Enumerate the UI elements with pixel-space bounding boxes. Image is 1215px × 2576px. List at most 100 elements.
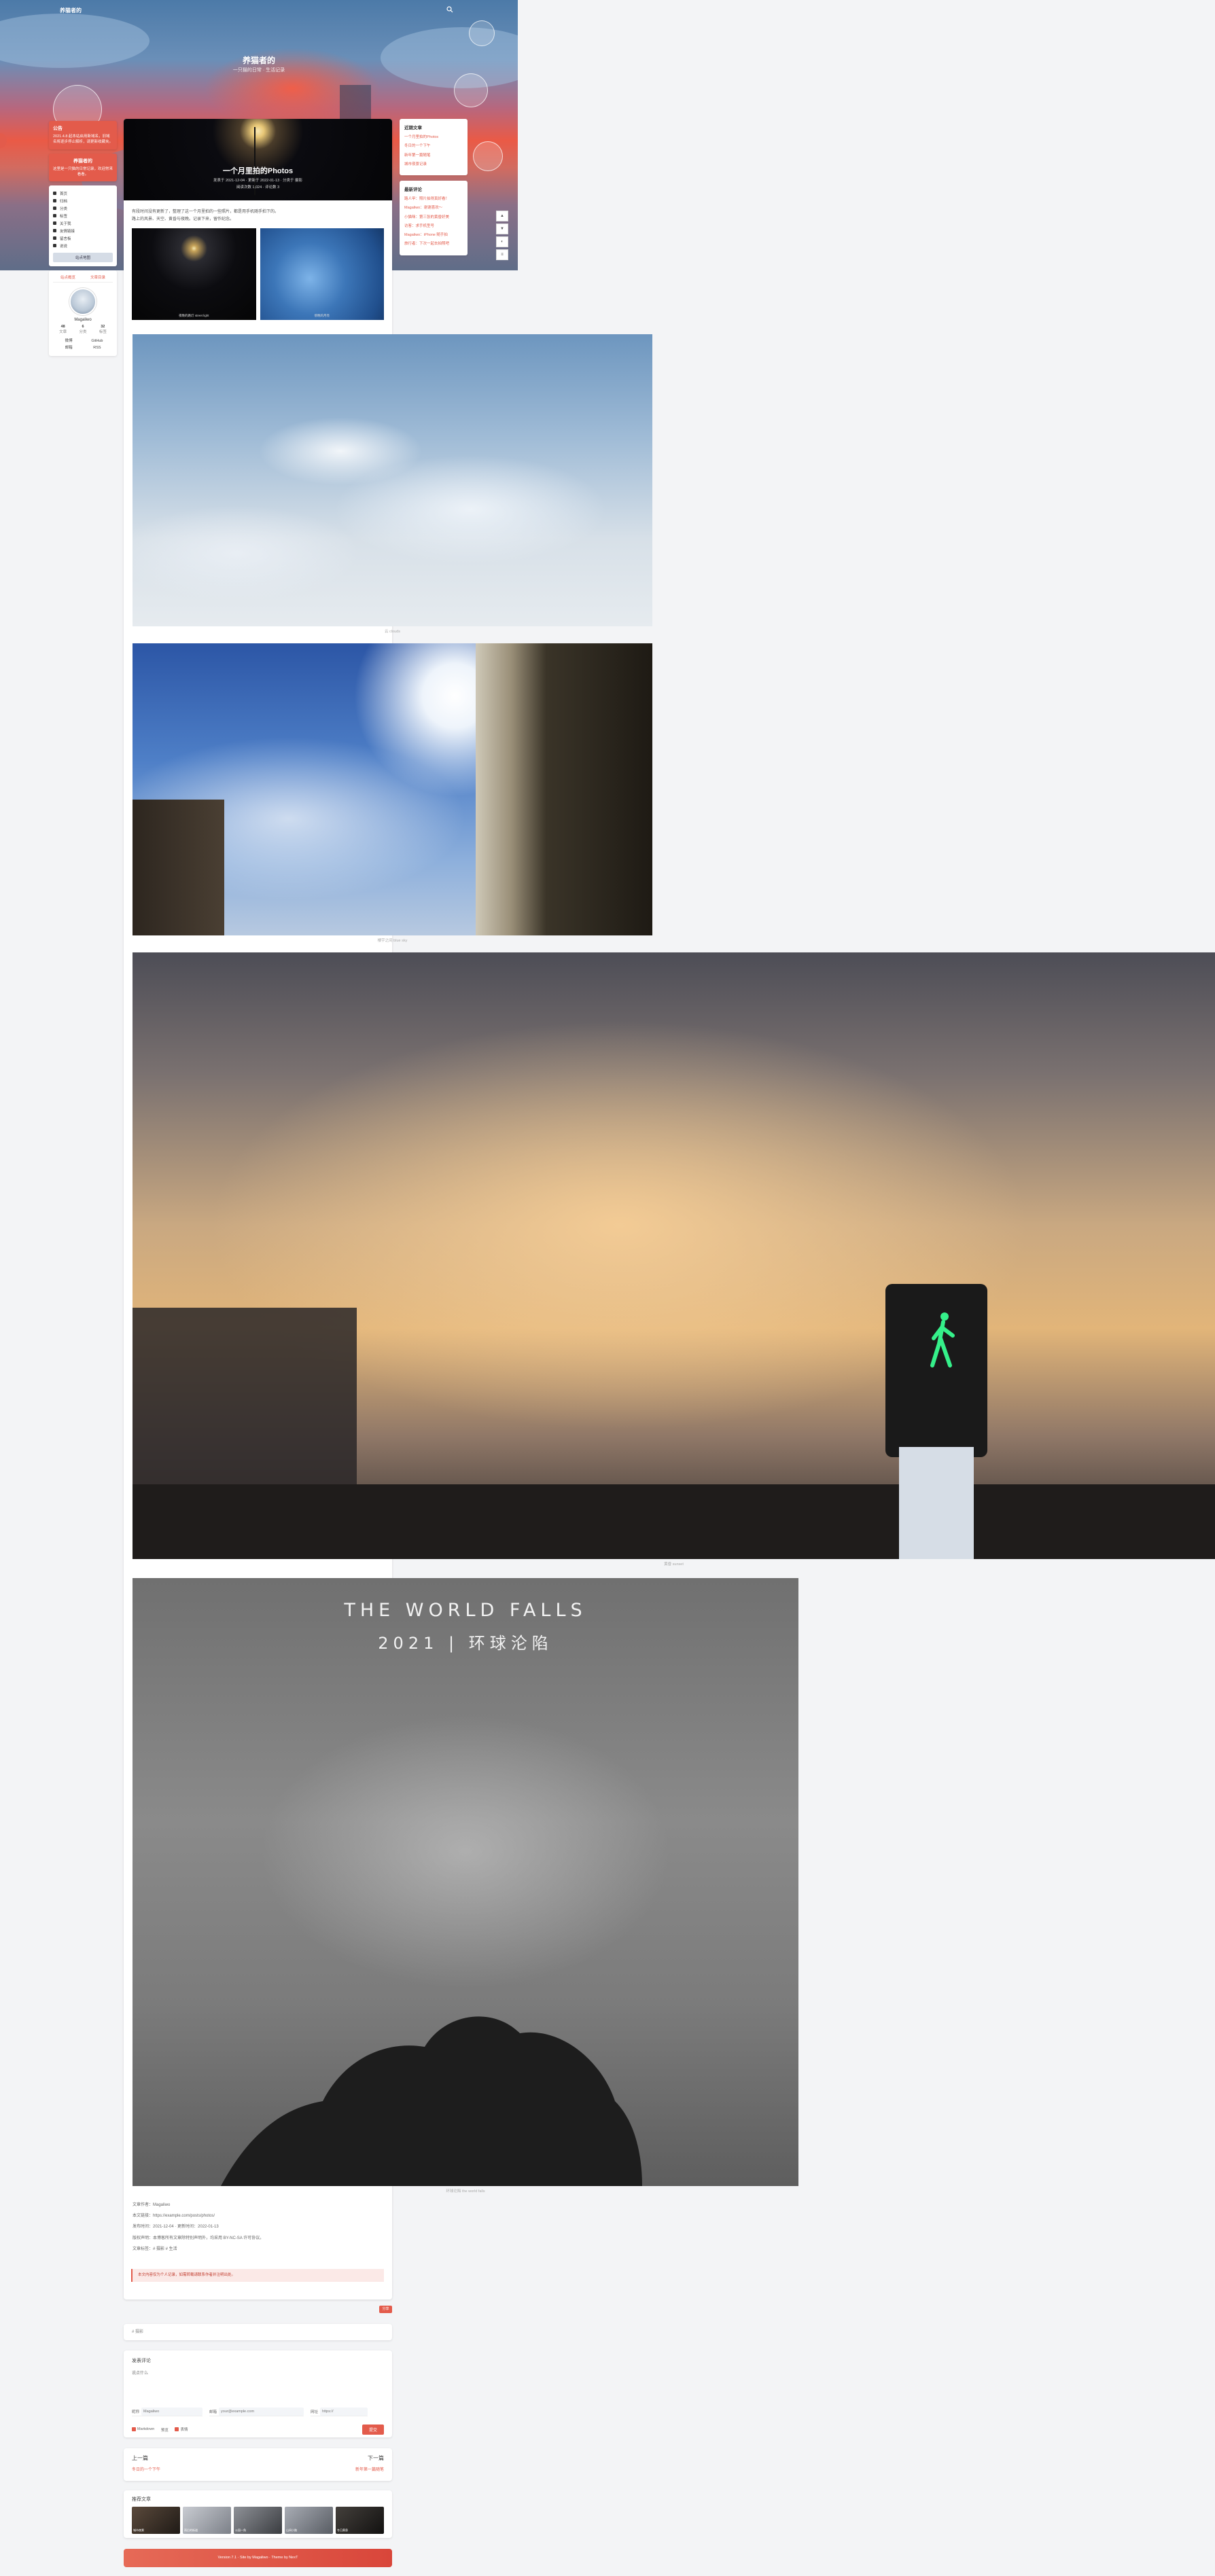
comment-title: 发表评论 xyxy=(132,2359,151,2363)
recent-comment-link[interactable]: 路人甲：照片拍得真好看！ xyxy=(404,196,463,202)
share-button[interactable]: 分享 xyxy=(379,2306,392,2313)
menu-item-label: 归档 xyxy=(60,199,68,204)
tab-toc[interactable]: 文章目录 xyxy=(90,274,105,280)
decor-bubble xyxy=(469,20,495,46)
search-icon[interactable] xyxy=(446,6,453,13)
nick-input[interactable] xyxy=(141,2408,203,2416)
floating-toolbar: ▲ ▼ ◐ ≡ xyxy=(496,211,510,262)
site-intro-text: 这里是一只猫的日常记录，欢迎常来看看。 xyxy=(53,166,113,177)
next-post-label[interactable]: 下一篇 xyxy=(368,2454,384,2462)
notice-card: 公告 2021.4.8 起本站启用新域名，旧域名将逐步停止解析，请更新收藏夹。 xyxy=(49,121,117,149)
post-navigation: 上一篇 下一篇 冬日的一个下午 新年第一篇随笔 xyxy=(124,2448,392,2481)
photo-row: 夜晚的路灯 street light 傍晚的月亮 xyxy=(124,228,392,320)
recent-post-link[interactable]: 城市夜景记录 xyxy=(404,162,463,167)
recent-posts-title: 近期文章 xyxy=(404,126,422,130)
markdown-checkbox[interactable]: Markdown xyxy=(132,2427,154,2431)
sitemap-button[interactable]: 站点地图 xyxy=(53,253,113,262)
back-to-top-button[interactable]: ▲ xyxy=(496,211,508,221)
recent-comment-link[interactable]: Magaliwo：谢谢喜欢～ xyxy=(404,205,463,211)
recommended-item[interactable]: 山间小路 xyxy=(285,2507,333,2534)
article-cover: 一个月里拍的Photos 发表于 2021-12-04 · 更新于 2022-0… xyxy=(124,119,392,200)
stat-tags[interactable]: 32 标签 xyxy=(99,325,107,334)
notice-title: 公告 xyxy=(53,126,63,131)
recommended-title: 推荐文章 xyxy=(132,2497,151,2502)
prev-post-title[interactable]: 冬日的一个下午 xyxy=(132,2466,160,2472)
menu-item-label: 标签 xyxy=(60,214,68,219)
folder-icon xyxy=(53,207,56,210)
recent-comment-link[interactable]: 访客：求手机型号 xyxy=(404,223,463,229)
menu-item-home[interactable]: 首页 xyxy=(53,190,113,197)
article-copyright: 文章作者：Magaliwo 本文链接：https://example.com/p… xyxy=(133,2200,384,2255)
url-input[interactable] xyxy=(320,2408,368,2416)
site-intro-title: 养猫者的 xyxy=(73,158,92,164)
photo-world-falls[interactable]: THE WORLD FALLS 2021 | 环球沦陷 xyxy=(133,1578,798,2186)
photo-sunset-signal[interactable] xyxy=(133,952,1215,1559)
menu-item-categories[interactable]: 分类 xyxy=(53,204,113,212)
emoji-checkbox[interactable]: 表情 xyxy=(175,2427,188,2432)
prev-post-label[interactable]: 上一篇 xyxy=(132,2454,148,2462)
photo-thumb-streetlight[interactable]: 夜晚的路灯 street light xyxy=(132,228,256,320)
recent-comment-link[interactable]: 小猫咪：第三张的黄昏好美 xyxy=(404,215,463,220)
social-link[interactable]: 邮箱 xyxy=(57,345,80,352)
recent-comments-card: 最新评论 路人甲：照片拍得真好看！ Magaliwo：谢谢喜欢～ 小猫咪：第三张… xyxy=(400,181,468,255)
recent-post-link[interactable]: 一个月里拍的Photos xyxy=(404,135,463,140)
recent-comment-link[interactable]: 旅行者：下次一起去拍照吧 xyxy=(404,241,463,247)
recent-post-link[interactable]: 新年第一篇随笔 xyxy=(404,153,463,158)
meta-line: 文章作者：Magaliwo xyxy=(133,2203,171,2207)
theme-toggle-button[interactable]: ◐ xyxy=(496,236,508,247)
social-link[interactable]: RSS xyxy=(86,345,109,352)
menu-item-links[interactable]: 友情链接 xyxy=(53,227,113,234)
intro-paragraph: 有段时间没有更新了，整理了这一个月里拍的一些照片，都是用手机随手拍下的。 xyxy=(132,210,279,214)
menu-item-talk[interactable]: 说说 xyxy=(53,242,113,249)
decor-bubble xyxy=(473,141,503,171)
go-bottom-button[interactable]: ▼ xyxy=(496,223,508,234)
photo-caption: 楼宇之间 blue sky xyxy=(377,939,408,943)
social-links: 微博 GitHub 邮箱 RSS xyxy=(53,338,113,352)
walking-man-icon xyxy=(930,1312,955,1367)
mail-input[interactable] xyxy=(219,2408,304,2416)
site-name[interactable]: 养猫者的 xyxy=(60,7,82,14)
social-link[interactable]: 微博 xyxy=(57,338,80,345)
tag-link[interactable]: # 摄影 xyxy=(132,2330,143,2334)
pedestrian-signal xyxy=(885,1284,987,1559)
article-stats: 阅读次数 1,024 · 评论数 3 xyxy=(236,185,280,190)
menu-item-tags[interactable]: 标签 xyxy=(53,212,113,219)
recent-post-link[interactable]: 冬日的一个下午 xyxy=(404,143,463,149)
social-link[interactable]: GitHub xyxy=(86,338,109,345)
recommended-item[interactable]: 雨后的街道 xyxy=(183,2507,231,2534)
next-post-title[interactable]: 新年第一篇随笔 xyxy=(355,2466,384,2472)
recommended-posts: 推荐文章 城市夜景 雨后的街道 公园一角 山间小路 冬日黄昏 xyxy=(124,2490,392,2538)
meta-line[interactable]: 文章标签：# 摄影 # 生活 xyxy=(133,2244,384,2255)
menu-item-guestbook[interactable]: 留言板 xyxy=(53,234,113,242)
toc-toggle-button[interactable]: ≡ xyxy=(496,249,508,260)
user-icon xyxy=(53,221,56,225)
recommended-item[interactable]: 公园一角 xyxy=(234,2507,282,2534)
right-sidebar: 近期文章 一个月里拍的Photos 冬日的一个下午 新年第一篇随笔 城市夜景记录… xyxy=(400,119,468,261)
author-name: Magaliwo xyxy=(74,318,92,322)
menu-item-label: 留言板 xyxy=(60,236,71,241)
photo-buildings-sky[interactable] xyxy=(133,643,652,935)
menu-item-label: 说说 xyxy=(60,244,68,249)
photo-thumb-moon[interactable]: 傍晚的月亮 xyxy=(260,228,384,320)
meta-line[interactable]: 本文链接：https://example.com/posts/photos/ xyxy=(133,2211,384,2221)
mail-field: 邮箱 xyxy=(209,2408,304,2416)
preview-checkbox[interactable]: 预览 xyxy=(161,2427,169,2433)
photo-clouds[interactable] xyxy=(133,334,652,626)
recommended-item[interactable]: 城市夜景 xyxy=(132,2507,180,2534)
recommended-item[interactable]: 冬日黄昏 xyxy=(336,2507,384,2534)
menu-item-label: 分类 xyxy=(60,207,68,211)
photo-title-text: THE WORLD FALLS xyxy=(344,1600,587,1621)
avatar xyxy=(69,288,96,315)
comment-textarea[interactable] xyxy=(132,2369,384,2403)
menu-item-label: 关于我 xyxy=(60,221,71,226)
tree-silhouette xyxy=(221,2016,642,2186)
menu-item-archive[interactable]: 归档 xyxy=(53,197,113,204)
author-stats: 48 文章 6 分类 32 标签 xyxy=(53,325,113,334)
menu-item-about[interactable]: 关于我 xyxy=(53,219,113,227)
recent-comment-link[interactable]: Magaliwo：iPhone 随手拍 xyxy=(404,232,463,238)
tab-overview[interactable]: 站点概览 xyxy=(60,274,75,280)
menu-item-label: 友情链接 xyxy=(60,229,75,234)
stat-categories[interactable]: 6 分类 xyxy=(79,325,86,334)
stat-posts[interactable]: 48 文章 xyxy=(59,325,67,334)
submit-button[interactable]: 提交 xyxy=(362,2425,384,2435)
